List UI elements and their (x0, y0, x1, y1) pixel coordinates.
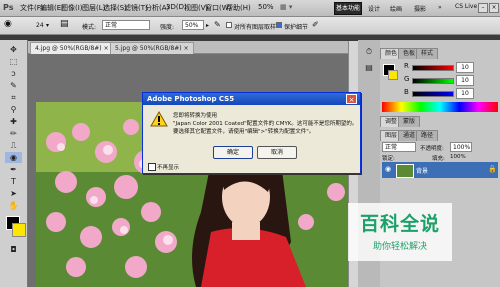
blend-mode-select[interactable]: 正常 (382, 142, 416, 152)
workspace-design-link[interactable]: 设计 (368, 4, 380, 13)
opacity-input[interactable]: 100% (450, 142, 472, 152)
close-window-icon[interactable]: × (489, 3, 499, 13)
workspace-essentials-button[interactable]: 基本功能 (334, 2, 362, 15)
tab-document-4[interactable]: 4.jpg @ 50%(RGB/8#) × (30, 42, 114, 54)
zoom-level[interactable]: 50% (258, 3, 274, 11)
eyedropper-tool-icon[interactable]: ⚲ (5, 104, 22, 115)
menu-image[interactable]: 图像(I) (61, 3, 83, 13)
green-label: G (404, 75, 410, 83)
strength-dropdown-icon[interactable]: ▸ (206, 22, 209, 29)
sample-all-label: 对所有图层取样 (234, 24, 277, 31)
dialog-close-icon[interactable]: × (346, 94, 357, 104)
background-color-swatch[interactable] (12, 223, 26, 237)
pressure-icon[interactable]: ✐ (312, 20, 319, 29)
dialog-message-line-1: 您即将转换为使用 (173, 113, 218, 119)
green-slider[interactable] (412, 78, 454, 84)
stamp-tool-icon[interactable]: ⎍ (5, 140, 22, 151)
properties-panel-icon[interactable]: ▤ (361, 62, 377, 73)
blue-value[interactable]: 10 (456, 88, 474, 99)
color-spectrum-bar[interactable] (382, 102, 498, 112)
more-workspaces-icon[interactable]: » (438, 4, 442, 11)
arrange-icon[interactable]: ▦ ▾ (280, 3, 292, 11)
ps-logo: Ps (3, 3, 14, 12)
close-tab-icon[interactable]: × (184, 45, 189, 52)
tab-document-5[interactable]: 5.jpg @ 50%(RGB/8#) × (110, 42, 194, 54)
menu-bar: Ps 文件(F) 编辑(E) 图像(I) 图层(L) 选择(S) 滤镜(T) 分… (0, 0, 500, 17)
blue-slider[interactable] (412, 91, 454, 97)
tab-masks[interactable]: 蒙版 (398, 116, 421, 127)
sample-all-checkbox[interactable] (226, 22, 232, 28)
layer-row-background[interactable]: ◉ 背景 🔒 (382, 162, 498, 178)
cs-live-button[interactable]: CS Live (455, 3, 477, 10)
dont-show-again-label: 不再显示 (157, 165, 180, 171)
mode-label: 模式: (82, 24, 97, 31)
opacity-label: 不透明度: (420, 146, 444, 152)
tab-label: 5.jpg @ 50%(RGB/8#) (115, 45, 182, 52)
sponge-tool-icon-active[interactable]: ◉ (5, 152, 22, 163)
dialog-title: Adobe Photoshop CS5 (143, 93, 360, 105)
cancel-button[interactable]: 取消 (257, 146, 297, 159)
pen-tool-icon[interactable]: ✒ (5, 164, 22, 175)
red-value[interactable]: 10 (456, 62, 474, 73)
brush-tool-icon[interactable]: ✏ (5, 128, 22, 139)
menu-help[interactable]: 帮助(H) (226, 3, 251, 13)
dialog-message-line-3: 要选择其它配置文件，请使用"编辑">"转换为配置文件"。 (173, 129, 315, 135)
move-tool-icon[interactable]: ✥ (5, 44, 22, 55)
tab-paths[interactable]: 路径 (416, 130, 439, 141)
strength-input[interactable]: 50% (182, 20, 204, 30)
lasso-tool-icon[interactable]: ↄ (5, 68, 22, 79)
red-label: R (404, 62, 409, 70)
airbrush-icon[interactable]: ✎ (214, 20, 221, 29)
ok-button[interactable]: 确定 (213, 146, 253, 159)
type-tool-icon[interactable]: T (5, 176, 22, 187)
crop-tool-icon[interactable]: ⌗ (5, 92, 22, 103)
dont-show-again-checkbox[interactable] (148, 163, 156, 171)
hand-tool-icon[interactable]: ✋ (5, 200, 22, 211)
lock-label: 锁定: (382, 156, 395, 162)
close-tab-icon[interactable]: × (104, 45, 109, 52)
watermark: 百科全说 助你轻松解决 (348, 203, 452, 261)
color-bg-swatch[interactable] (388, 70, 398, 80)
menu-layer[interactable]: 图层(L) (82, 3, 105, 13)
protect-detail-label: 保护细节 (284, 24, 309, 31)
cmyk-warning-dialog: Adobe Photoshop CS5 × 您即将转换为使用 "Japan Co… (142, 92, 361, 174)
dialog-message-line-2: "Japan Color 2001 Coated"配置文件的 CMYK。这可能不… (173, 121, 358, 127)
path-select-tool-icon[interactable]: ➤ (5, 188, 22, 199)
warning-icon (150, 111, 168, 127)
watermark-subtitle: 助你轻松解决 (372, 242, 427, 252)
fill-value[interactable]: 100% (450, 154, 466, 160)
blue-label: B (404, 88, 409, 96)
quick-select-tool-icon[interactable]: ✎ (5, 80, 22, 91)
workspace-photo-link[interactable]: 摄影 (414, 4, 426, 13)
watermark-title: 百科全说 (359, 213, 440, 235)
history-panel-icon[interactable]: ⏱ (361, 46, 377, 57)
tools-panel: ✥ ⬚ ↄ ✎ ⌗ ⚲ ✚ ✏ ⎍ ◉ ✒ T ➤ ✋ ◘ (0, 40, 28, 287)
minimize-icon[interactable]: – (478, 3, 488, 13)
brush-size[interactable]: 24 (36, 22, 44, 29)
lock-icon: 🔒 (488, 165, 497, 173)
workspace-painting-link[interactable]: 绘画 (390, 4, 402, 13)
green-value[interactable]: 10 (456, 75, 474, 86)
visibility-eye-icon[interactable]: ◉ (385, 165, 391, 173)
mode-select[interactable]: 正常 (102, 20, 150, 30)
document-tab-bar: 4.jpg @ 50%(RGB/8#) × 5.jpg @ 50%(RGB/8#… (28, 41, 348, 54)
layer-name: 背景 (416, 168, 429, 175)
tab-styles[interactable]: 样式 (416, 48, 439, 59)
layer-thumbnail (396, 164, 414, 178)
protect-detail-checkbox[interactable] (276, 22, 282, 28)
fill-label: 填充: (432, 156, 445, 162)
healing-tool-icon[interactable]: ✚ (5, 116, 22, 127)
options-bar: ◉ 24 ▾ ▤ 模式: 正常 强度: 50% ▸ ✎ 对所有图层取样 保护细节… (0, 17, 500, 35)
strength-label: 强度: (160, 24, 175, 31)
brush-picker-icon[interactable]: ▾ (46, 22, 49, 29)
marquee-tool-icon[interactable]: ⬚ (5, 56, 22, 67)
brush-panel-icon[interactable]: ▤ (60, 19, 69, 29)
tab-label: 4.jpg @ 50%(RGB/8#) (35, 45, 102, 52)
sponge-tool-icon[interactable]: ◉ (4, 19, 12, 29)
red-slider[interactable] (412, 65, 454, 71)
quick-mask-icon[interactable]: ◘ (5, 244, 22, 255)
